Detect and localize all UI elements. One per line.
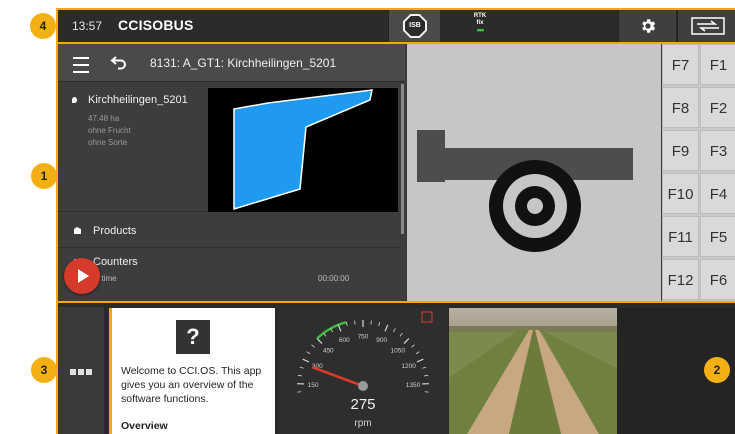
task-panel-header: 8131: A_GT1: Kirchheilingen_5201 [58, 44, 405, 82]
status-bar: 13:57 CCISOBUS ISB RTK fix ••• [56, 8, 735, 44]
gauge-tick [384, 324, 389, 332]
field-boundary-shape [233, 89, 373, 211]
isb-icon: ISB [403, 14, 427, 38]
counters-row[interactable]: Counters al time 00:00:00 [58, 249, 401, 289]
gauge-tick [316, 338, 323, 344]
field-name: Kirchheilingen_5201 [88, 94, 188, 106]
start-task-button[interactable] [64, 258, 100, 294]
function-keys: F7 F1 F8 F2 F9 F3 F10 F4 F11 F5 F12 F6 [662, 44, 735, 301]
gauge-tick-label: 750 [358, 334, 369, 341]
app-grid-icon [70, 369, 94, 375]
back-arrow-icon [110, 56, 126, 70]
gauge-tick [354, 320, 356, 325]
fkey-f9[interactable]: F9 [662, 130, 699, 171]
products-row[interactable]: Products [58, 214, 401, 248]
help-welcome-text: Welcome to CCI.OS. This app gives you an… [121, 365, 262, 405]
gauge-tick [403, 338, 410, 344]
settings-button[interactable] [618, 10, 676, 42]
field-variety: ohne Sorte [88, 138, 128, 147]
gauge-tick-label: 1050 [390, 348, 405, 355]
field-pin-icon [72, 97, 77, 103]
callout-badge-1: 1 [31, 163, 57, 189]
counters-value: 00:00:00 [318, 274, 350, 283]
gauge-tick-label: 1200 [401, 363, 416, 370]
fkey-f8[interactable]: F8 [662, 87, 699, 128]
app-launcher-button[interactable] [58, 307, 104, 434]
gauge-hub [358, 381, 368, 391]
task-scrollbar[interactable] [401, 84, 404, 234]
rpm-unit: rpm [354, 418, 372, 429]
field-area: 47.48 ha [88, 114, 120, 123]
callout-badge-4: 4 [30, 13, 56, 39]
gauge-tick [299, 366, 304, 369]
gauge-needle [311, 366, 364, 388]
machine-display [407, 44, 661, 301]
clock: 13:57 [72, 19, 103, 33]
swap-arrows-icon [690, 17, 725, 35]
gauge-tick-label: 900 [376, 337, 387, 344]
help-mini-view[interactable]: ? Welcome to CCI.OS. This app gives you … [109, 308, 275, 434]
fkey-f11[interactable]: F11 [662, 216, 699, 257]
fkey-f6[interactable]: F6 [700, 259, 735, 300]
help-icon: ? [176, 320, 210, 354]
gauge-tick-label: 150 [308, 382, 319, 389]
ccisobus-logo: CCISOBUS [118, 17, 194, 33]
gauge-tick [306, 351, 311, 355]
isb-button[interactable]: ISB [388, 10, 440, 42]
help-overview-heading: Overview [121, 420, 168, 432]
gauge-tick [415, 351, 420, 355]
hamburger-icon [73, 57, 89, 59]
camera-view[interactable] [449, 308, 617, 434]
trailer-icon [417, 130, 633, 252]
gauge-tick [416, 358, 424, 363]
fkey-f5[interactable]: F5 [700, 216, 735, 257]
fkey-f12[interactable]: F12 [662, 259, 699, 300]
play-icon [78, 269, 89, 283]
products-label: Products [93, 225, 137, 237]
field-crop: ohne Frucht [88, 126, 131, 135]
camera-image [449, 308, 617, 434]
field-item[interactable]: Kirchheilingen_5201 47.48 ha ohne Frucht… [58, 84, 401, 212]
fkey-f1[interactable]: F1 [700, 44, 735, 85]
screen: 13:57 CCISOBUS ISB RTK fix ••• 8131: A_G… [0, 0, 735, 434]
counters-label: Counters [93, 256, 138, 268]
gauge-tick [302, 358, 310, 363]
gauge-tick [370, 320, 372, 325]
gauge-warning-icon [421, 311, 433, 323]
gauge-tick [337, 324, 342, 332]
field-map [208, 88, 398, 212]
gauge-tick [424, 374, 429, 377]
gauge-tick [399, 332, 403, 337]
gauge-tick [393, 328, 396, 333]
gauge-tick [345, 322, 348, 327]
rpm-value: 275 [350, 396, 376, 413]
main-area: 8131: A_GT1: Kirchheilingen_5201 Kirchhe… [56, 44, 735, 303]
gear-icon [641, 19, 655, 33]
rpm-dial: 01503004506007509001050120013501500 [297, 311, 433, 410]
gauge-tick [422, 366, 427, 369]
task-panel: 8131: A_GT1: Kirchheilingen_5201 Kirchhe… [58, 44, 405, 301]
gauge-tick-label: 600 [339, 337, 350, 344]
gauge-tick-label: 1350 [406, 382, 421, 389]
rtk-status: RTK fix ••• [473, 13, 487, 35]
back-button[interactable] [104, 50, 136, 76]
fkey-f7[interactable]: F7 [662, 44, 699, 85]
gauge-tick [297, 374, 302, 377]
swap-view-button[interactable] [677, 10, 735, 42]
gauge-tick-label: 450 [323, 348, 334, 355]
fkey-f4[interactable]: F4 [700, 173, 735, 214]
callout-badge-3: 3 [31, 357, 57, 383]
menu-button[interactable] [66, 50, 96, 76]
gauge-tick [311, 344, 315, 348]
rpm-gauge[interactable]: 01503004506007509001050120013501500 275 … [278, 308, 448, 434]
products-icon [74, 227, 81, 234]
fkey-f2[interactable]: F2 [700, 87, 735, 128]
callout-badge-2: 2 [704, 357, 730, 383]
gauge-tick [411, 344, 415, 348]
mini-view-bar: ? Welcome to CCI.OS. This app gives you … [56, 303, 735, 434]
fkey-f10[interactable]: F10 [662, 173, 699, 214]
fkey-f3[interactable]: F3 [700, 130, 735, 171]
task-title: 8131: A_GT1: Kirchheilingen_5201 [150, 56, 337, 70]
gauge-tick [378, 322, 381, 327]
